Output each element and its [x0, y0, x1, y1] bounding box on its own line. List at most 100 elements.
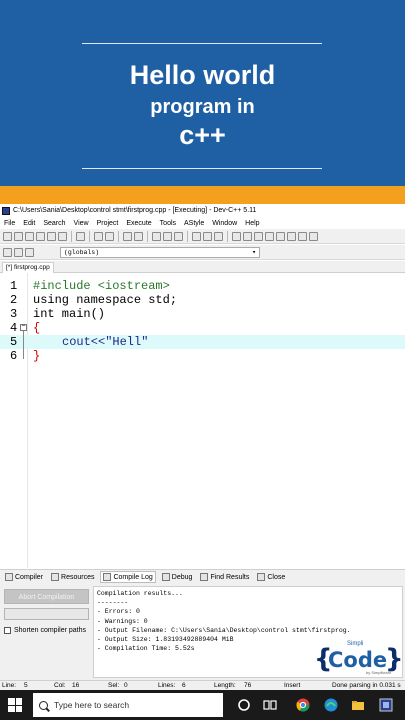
status-col-value: 16 [72, 682, 80, 689]
tab-label: Resources [61, 573, 95, 581]
chart-icon [103, 573, 112, 581]
chrome-icon[interactable] [296, 698, 310, 712]
menu-edit[interactable]: Edit [19, 220, 39, 227]
menu-search[interactable]: Search [39, 220, 69, 227]
toggle-icon[interactable] [254, 231, 263, 241]
devcpp-taskbar-icon[interactable] [379, 698, 393, 712]
find-icon[interactable] [123, 231, 132, 241]
windows-start-icon[interactable] [8, 698, 22, 712]
tab-label: Compiler [15, 573, 44, 581]
chart-icon[interactable] [309, 231, 318, 241]
new-file-icon[interactable] [3, 231, 12, 241]
banner-title-line3: c++ [179, 120, 226, 150]
grid-icon [5, 573, 13, 581]
taskbar-search-placeholder: Type here to search [54, 700, 130, 710]
new-project-icon[interactable] [232, 231, 241, 241]
run-icon[interactable] [163, 231, 172, 241]
menu-execute[interactable]: Execute [122, 220, 155, 227]
shorten-paths-option[interactable]: Shorten compiler paths [4, 627, 86, 634]
log-line: -------- [97, 599, 129, 607]
task-view-icon[interactable] [263, 698, 277, 712]
close-all-icon[interactable] [58, 231, 67, 241]
taskbar-search-box[interactable]: Type here to search [33, 693, 223, 717]
resources-icon [51, 573, 60, 581]
compile-icon[interactable] [152, 231, 161, 241]
scope-dropdown-value: (globals) [64, 248, 100, 256]
tab-resources[interactable]: Resources [49, 572, 96, 582]
scope-dropdown[interactable]: (globals) ▾ [60, 246, 260, 258]
code-text: using namespace std; [33, 293, 178, 307]
unindent-icon[interactable] [203, 231, 212, 241]
stop-execution-icon[interactable] [287, 231, 296, 241]
tab-debug[interactable]: Debug [160, 572, 195, 582]
code-line-active[interactable]: 5 cout<<"Hell" [0, 335, 405, 349]
line-number: 4 [10, 321, 18, 335]
menu-bar: File Edit Search View Project Execute To… [0, 217, 405, 229]
toggle-bookmark-icon[interactable] [214, 231, 223, 241]
code-text: } [33, 349, 41, 363]
status-bar: Line: 5 Col: 16 Sel: 0 Lines: 6 Length: … [0, 680, 405, 690]
search-icon [39, 700, 48, 710]
edge-icon[interactable] [324, 698, 338, 712]
banner-rule-top [82, 43, 322, 44]
tab-compile-log[interactable]: Compile Log [100, 571, 156, 583]
redo-icon[interactable] [105, 231, 114, 241]
class-browser-icon[interactable] [3, 247, 12, 257]
replace-icon[interactable] [134, 231, 143, 241]
accent-stripe [0, 186, 405, 204]
code-line[interactable]: 2 using namespace std; [0, 293, 405, 307]
print-icon[interactable] [76, 231, 85, 241]
tab-firstprog[interactable]: [*] firstprog.cpp [2, 262, 54, 273]
task-view-icon[interactable] [237, 698, 251, 712]
menu-astyle[interactable]: AStyle [180, 220, 208, 227]
tab-label: Find Results [210, 573, 250, 581]
status-line-label: Line: [2, 682, 17, 689]
log-line: - Output Filename: C:\Users\Sania\Deskto… [97, 626, 351, 634]
status-length-value: 76 [244, 682, 252, 689]
code-line[interactable]: 6 } [0, 349, 405, 363]
menu-tools[interactable]: Tools [156, 220, 180, 227]
menu-window[interactable]: Window [208, 220, 241, 227]
menu-project[interactable]: Project [93, 220, 123, 227]
tab-close[interactable]: Close [255, 572, 287, 582]
undo-icon[interactable] [94, 231, 103, 241]
save-all-icon[interactable] [36, 231, 45, 241]
log-line: - Warnings: 0 [97, 617, 148, 625]
abort-compilation-button[interactable]: Abort Compilation [4, 589, 89, 604]
devcpp-app-icon [2, 206, 10, 215]
code-editor[interactable]: 1 #include <iostream> 2 using namespace … [0, 273, 405, 568]
code-line[interactable]: 3 int main() [0, 307, 405, 321]
profile-icon[interactable] [298, 231, 307, 241]
code-line[interactable]: 4 − { [0, 321, 405, 335]
goto-declaration-icon[interactable] [14, 247, 23, 257]
open-file-icon[interactable] [14, 231, 23, 241]
insert-icon[interactable] [243, 231, 252, 241]
line-number: 1 [10, 279, 18, 293]
indent-icon[interactable] [192, 231, 201, 241]
toolbar-separator [89, 230, 90, 242]
status-mode: Insert [284, 682, 301, 689]
code-text: { [33, 321, 41, 335]
close-file-icon[interactable] [47, 231, 56, 241]
banner-title-line2: program in [150, 96, 255, 118]
fold-collapse-icon[interactable]: − [20, 324, 27, 331]
code-line[interactable]: 1 #include <iostream> [0, 279, 405, 293]
menu-file[interactable]: File [0, 220, 19, 227]
tab-compiler[interactable]: Compiler [3, 572, 45, 582]
goto-definition-icon[interactable] [25, 247, 34, 257]
shorten-paths-checkbox[interactable] [4, 627, 11, 634]
goto-icon[interactable] [265, 231, 274, 241]
tab-label: Debug [171, 573, 193, 581]
window-title-bar: C:\Users\Sania\Desktop\control stmt\firs… [0, 204, 405, 217]
check-icon[interactable] [276, 231, 285, 241]
file-explorer-icon[interactable] [351, 698, 365, 712]
line-number: 5 [10, 335, 18, 349]
toolbar-separator [227, 230, 228, 242]
menu-help[interactable]: Help [241, 220, 263, 227]
save-icon[interactable] [25, 231, 34, 241]
compile-run-icon[interactable] [174, 231, 183, 241]
tab-find-results[interactable]: Find Results [198, 572, 251, 582]
logo-code: Code [328, 648, 388, 672]
menu-view[interactable]: View [70, 220, 93, 227]
status-col-label: Col: [54, 682, 66, 689]
